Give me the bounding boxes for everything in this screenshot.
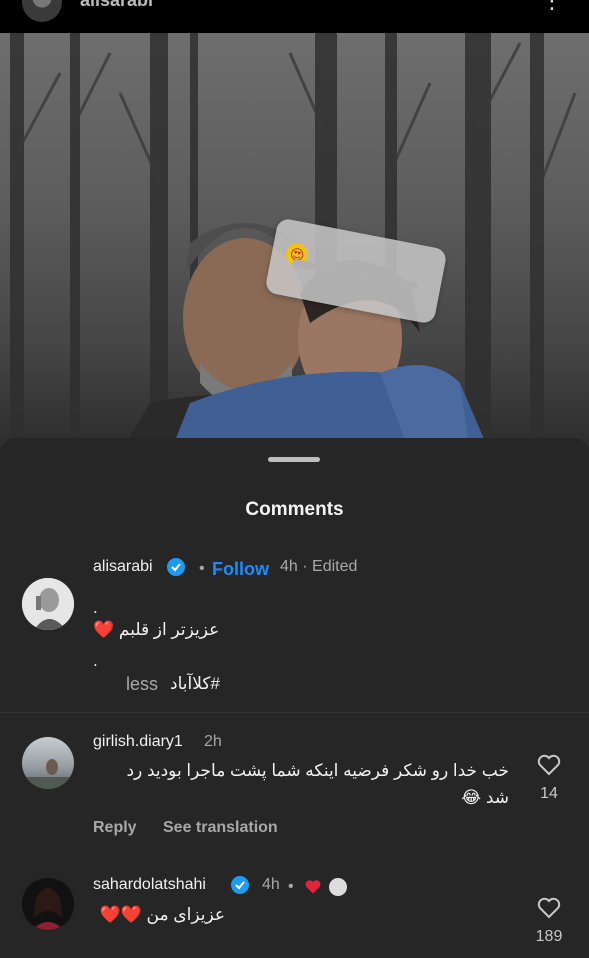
avatar[interactable] bbox=[22, 878, 74, 930]
like-count: 189 bbox=[535, 928, 563, 945]
divider bbox=[0, 712, 589, 713]
avatar-landscape-icon bbox=[22, 759, 74, 789]
like-count: 14 bbox=[540, 785, 558, 802]
comment-username[interactable]: girlish.diary1 bbox=[93, 733, 183, 751]
author-liked-heart-icon bbox=[305, 880, 321, 894]
like-heart-icon[interactable] bbox=[537, 754, 561, 776]
like-heart-icon[interactable] bbox=[537, 897, 561, 919]
see-translation-button[interactable]: See translation bbox=[163, 819, 278, 837]
hashtag-link[interactable]: #کلاآباد bbox=[170, 674, 220, 694]
less-button[interactable]: less bbox=[126, 674, 158, 695]
comment-meta: 4h · Edited bbox=[280, 558, 358, 575]
separator-dot: • bbox=[288, 878, 294, 895]
header-username[interactable]: alisarabi bbox=[80, 0, 153, 11]
comment-time: 4h bbox=[262, 876, 280, 893]
caption-line: . bbox=[93, 651, 98, 670]
more-options-icon[interactable]: ⋮ bbox=[541, 0, 563, 14]
sheet-drag-handle[interactable] bbox=[268, 457, 320, 462]
comment-username[interactable]: sahardolatshahi bbox=[93, 876, 206, 894]
comment-time: 2h bbox=[204, 733, 222, 750]
comments-sheet: Comments alisarabi • Follow 4h · Edited … bbox=[0, 438, 589, 958]
post-header: alisarabi ⋮ bbox=[0, 0, 589, 33]
avatar-portrait-icon bbox=[22, 578, 74, 630]
separator-dot: • bbox=[199, 560, 205, 577]
follow-button[interactable]: Follow bbox=[212, 559, 269, 580]
comment-username[interactable]: alisarabi bbox=[93, 558, 153, 576]
comment-text: عزیزای من ❤️❤️ bbox=[99, 905, 226, 924]
reply-button[interactable]: Reply bbox=[93, 819, 137, 837]
avatar[interactable] bbox=[22, 578, 74, 630]
slider-track[interactable] bbox=[291, 258, 419, 291]
comment-text: شد 😂 bbox=[461, 788, 509, 807]
comment-text: خب خدا رو شکر فرضیه اینکه شما پشت ماجرا … bbox=[126, 761, 509, 780]
verified-badge-icon bbox=[231, 876, 249, 894]
author-avatar-mini bbox=[329, 878, 347, 896]
avatar[interactable] bbox=[22, 737, 74, 789]
caption-line: عزیزتر از قلبم ❤️ bbox=[93, 620, 220, 639]
verified-badge-icon bbox=[167, 558, 185, 576]
header-avatar[interactable] bbox=[22, 0, 62, 22]
caption-line: . bbox=[93, 598, 98, 617]
sheet-title: Comments bbox=[245, 499, 344, 520]
post-photo[interactable]: 😍 bbox=[0, 33, 589, 453]
avatar-portrait-icon bbox=[22, 878, 74, 930]
